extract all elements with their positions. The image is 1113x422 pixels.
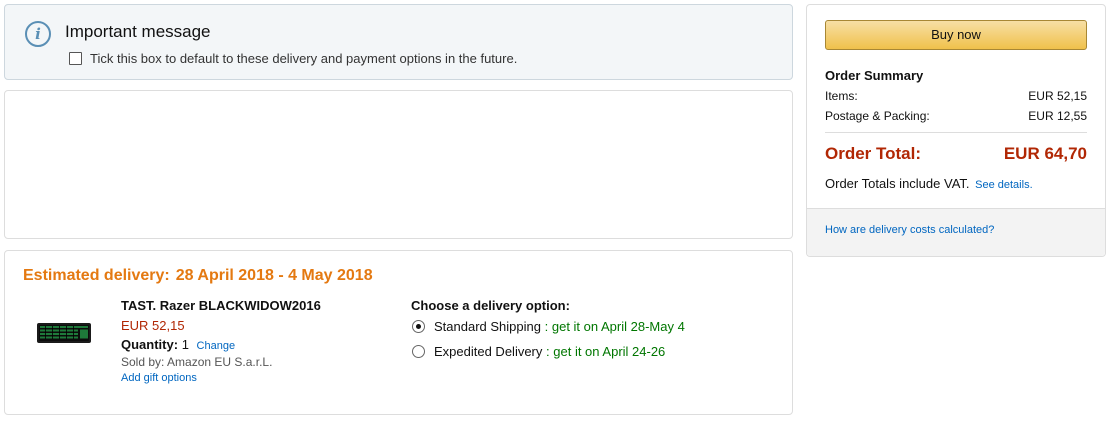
- product-name[interactable]: TAST. Razer BLACKWIDOW2016: [121, 298, 321, 313]
- summary-divider: [825, 132, 1087, 133]
- important-message-panel: i Important message Tick this box to def…: [4, 4, 793, 80]
- quantity: Quantity: 1 Change: [121, 337, 235, 352]
- items-row: Items: EUR 52,15: [825, 89, 1087, 103]
- delivery-option-name: Expedited Delivery: [434, 344, 543, 359]
- vat-text: Order Totals include VAT.: [825, 176, 970, 191]
- delivery-option-date: get it on April 24-26: [553, 344, 666, 359]
- order-summary-panel: Buy now Order Summary Items: EUR 52,15 P…: [806, 4, 1106, 257]
- postage-label: Postage & Packing:: [825, 109, 930, 123]
- info-icon: i: [25, 21, 51, 47]
- sold-by: Sold by: Amazon EU S.a.r.L.: [121, 355, 273, 369]
- delivery-option-separator: :: [544, 319, 549, 334]
- estimated-delivery: Estimated delivery: 28 April 2018 - 4 May…: [23, 267, 373, 285]
- radio-unselected-icon[interactable]: [412, 345, 425, 358]
- see-details-link[interactable]: See details.: [975, 179, 1032, 191]
- order-total-row: Order Total: EUR 64,70: [825, 144, 1087, 164]
- empty-panel: [4, 90, 793, 239]
- quantity-label: Quantity:: [121, 337, 179, 352]
- add-gift-options-link[interactable]: Add gift options: [121, 372, 197, 384]
- delivery-costs-link[interactable]: How are delivery costs calculated?: [825, 224, 994, 236]
- estimated-delivery-date: 28 April 2018 - 4 May 2018: [175, 267, 373, 284]
- product-price: EUR 52,15: [121, 318, 185, 333]
- radio-selected-icon[interactable]: [412, 320, 425, 333]
- delivery-panel: Estimated delivery: 28 April 2018 - 4 May…: [4, 250, 793, 415]
- order-total-value: EUR 64,70: [1003, 144, 1087, 163]
- delivery-option-date: get it on April 28-May 4: [551, 319, 685, 334]
- delivery-option-separator: :: [546, 344, 550, 359]
- order-summary-title: Order Summary: [825, 68, 924, 83]
- buy-now-button[interactable]: Buy now: [825, 20, 1087, 50]
- items-label: Items:: [825, 89, 858, 103]
- delivery-options-title: Choose a delivery option:: [411, 298, 570, 313]
- delivery-option-name: Standard Shipping: [434, 319, 541, 334]
- product-image-keyboard-icon[interactable]: [37, 321, 91, 345]
- change-quantity-link[interactable]: Change: [197, 340, 236, 352]
- postage-value: EUR 12,55: [1028, 109, 1087, 123]
- default-options-checkbox[interactable]: [69, 52, 82, 65]
- delivery-option-standard[interactable]: Standard Shipping : get it on April 28-M…: [412, 319, 685, 334]
- summary-footer: How are delivery costs calculated?: [807, 208, 1105, 256]
- postage-row: Postage & Packing: EUR 12,55: [825, 109, 1087, 123]
- delivery-option-expedited[interactable]: Expedited Delivery : get it on April 24-…: [412, 344, 665, 359]
- estimated-delivery-label: Estimated delivery:: [23, 267, 170, 284]
- order-total-label: Order Total:: [825, 144, 922, 163]
- message-title: Important message: [65, 22, 211, 41]
- vat-note: Order Totals include VAT. See details.: [825, 176, 1033, 191]
- items-value: EUR 52,15: [1028, 89, 1087, 103]
- quantity-value: 1: [181, 337, 189, 352]
- default-options-checkbox-label[interactable]: Tick this box to default to these delive…: [90, 51, 517, 66]
